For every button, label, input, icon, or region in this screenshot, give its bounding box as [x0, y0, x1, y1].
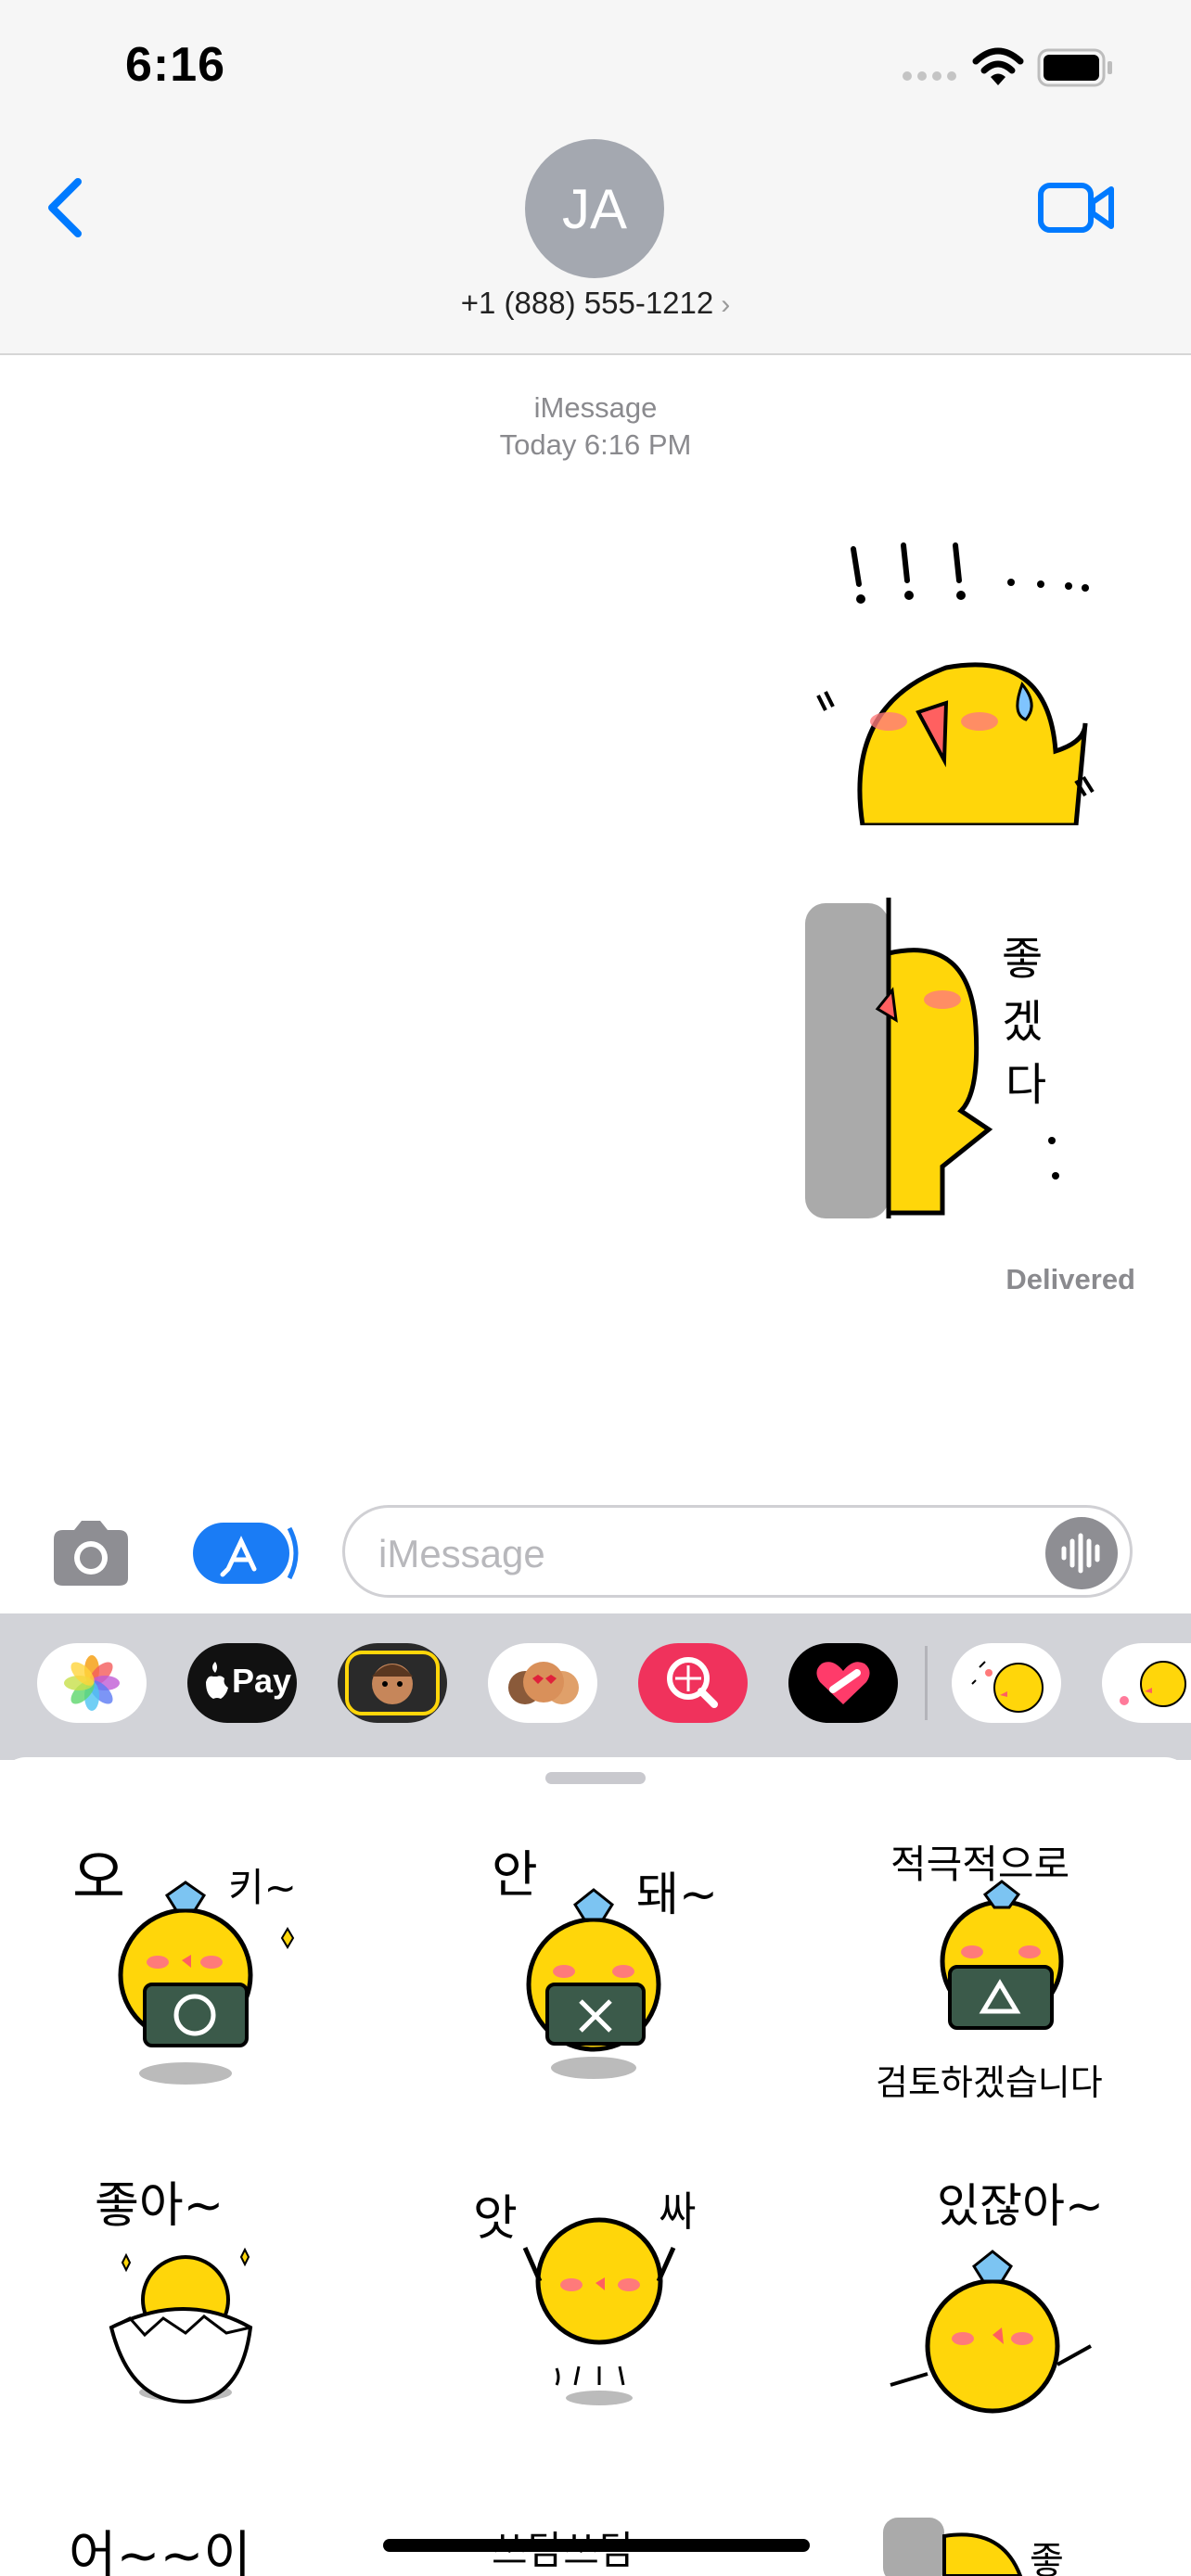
memoji-stickers-app-button[interactable] [488, 1643, 597, 1723]
service-label: iMessage [533, 391, 658, 424]
sticker-caption: 오 [72, 1845, 125, 1911]
drawer-divider [925, 1646, 928, 1720]
delivery-status: Delivered [1005, 1263, 1135, 1295]
camera-icon[interactable] [48, 1519, 134, 1588]
cellular-signal-icon [903, 71, 956, 81]
sticker-pack-app-button[interactable] [952, 1643, 1061, 1723]
image-search-icon [667, 1657, 718, 1708]
contact-name[interactable]: +1 (888) 555-1212 › [0, 286, 1191, 321]
digital-touch-icon [816, 1662, 870, 1704]
sticker-caption: 좋아~ [95, 2178, 224, 2234]
wifi-icon [972, 47, 1024, 85]
sticker-caption: 싸 [659, 2188, 696, 2236]
sticker-good[interactable]: 좋아~ [56, 2170, 334, 2411]
sticker-will-consider[interactable]: 적극적으로 검토하겠습니다 [863, 1831, 1159, 2110]
video-camera-icon[interactable] [1037, 182, 1115, 234]
conversation-meta: iMessage Today 6:16 PM [0, 389, 1191, 464]
sticker-caption: 앗 [473, 2191, 518, 2247]
sticker-you-know[interactable]: 있잖아~ [863, 2170, 1159, 2420]
panel-grabber[interactable] [545, 1772, 646, 1784]
contact-chevron-icon: › [721, 289, 731, 320]
home-indicator[interactable] [383, 2539, 810, 2552]
memoji-icon [345, 1651, 440, 1715]
digital-touch-app-button[interactable] [788, 1643, 898, 1723]
memoji-stickers-icon [508, 1662, 579, 1704]
contact-avatar[interactable]: JA [525, 139, 664, 278]
sticker-caption: 키~ [228, 1865, 297, 1910]
sticker-pack-app-button[interactable] [1102, 1643, 1191, 1723]
sticker-caption: 있잖아~ [937, 2179, 1104, 2233]
sticker-caption: 안 [492, 1845, 538, 1904]
message-input-placeholder: iMessage [378, 1532, 545, 1575]
audio-message-button[interactable] [1045, 1517, 1118, 1589]
chick-sticker-icon [1120, 1661, 1186, 1707]
contact-number: +1 (888) 555-1212 [460, 286, 714, 320]
svg-text:다: 다 [1005, 1059, 1046, 1111]
back-chevron-icon[interactable] [45, 176, 85, 239]
sticker-ok[interactable]: 오 키~ [56, 1845, 334, 2096]
image-search-app-button[interactable] [638, 1643, 748, 1723]
svg-text:좋: 좋 [1002, 933, 1043, 985]
timestamp-label: Today 6:16 PM [499, 428, 692, 461]
sticker-nice[interactable]: 좋 [881, 2508, 1122, 2576]
sticker-yay[interactable]: 앗 싸 [464, 2170, 742, 2411]
sticker-caption: 적극적으로 [890, 1842, 1069, 1887]
apple-pay-label: Pay [232, 1662, 292, 1700]
chick-sticker-icon [971, 1661, 1044, 1713]
sticker-caption: 어~~이 [69, 2526, 251, 2576]
status-time: 6:16 [125, 38, 226, 92]
sticker-no[interactable]: 안 돼~ [464, 1845, 742, 2096]
sticker-caption: 좋 [1030, 2540, 1064, 2576]
sticker-message[interactable]: 좋 겠 다 [803, 898, 1091, 1222]
svg-text:겠: 겠 [1002, 996, 1043, 1048]
sticker-caption: 검토하겠습니다 [876, 2062, 1103, 2103]
waveform-icon [1061, 1533, 1100, 1574]
sticker-message[interactable] [807, 538, 1104, 825]
photos-icon [64, 1655, 120, 1711]
sticker-hey[interactable]: 어~~이 [65, 2508, 325, 2576]
photos-app-button[interactable] [37, 1643, 147, 1723]
memoji-app-button[interactable] [338, 1643, 447, 1723]
sticker-caption: 돼~ [636, 1868, 718, 1921]
battery-icon [1037, 48, 1112, 87]
app-store-icon[interactable] [191, 1521, 299, 1586]
